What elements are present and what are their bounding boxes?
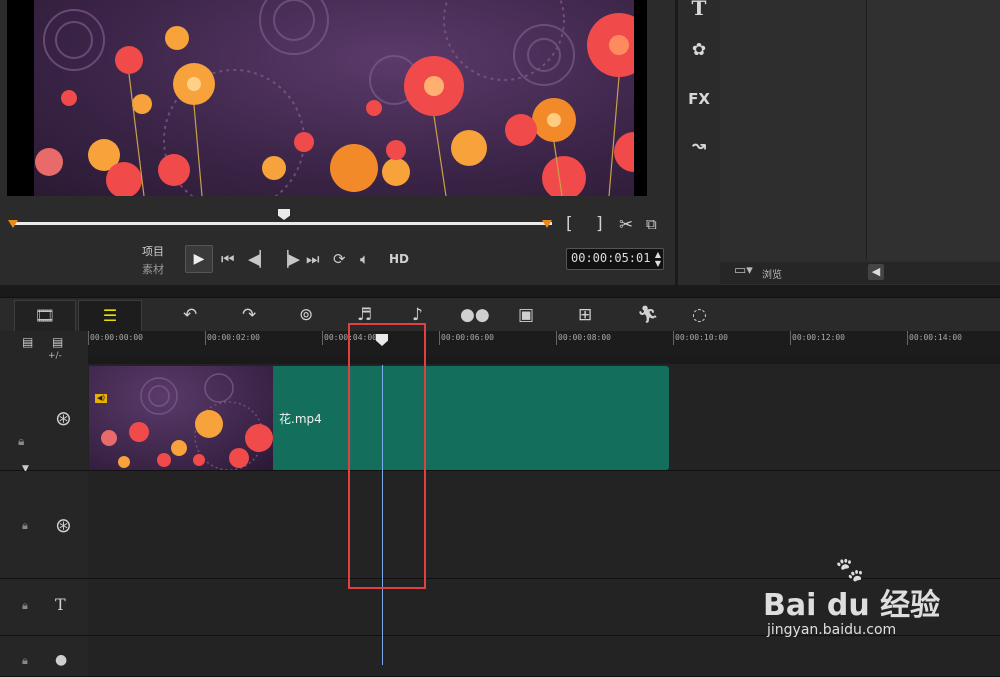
clip-thumbnail-art xyxy=(101,373,273,470)
clip-audio-icon: ◀) xyxy=(95,394,107,403)
ruler-tick: 00:00:08:00 xyxy=(558,333,611,342)
ruler-tick: 00:00:06:00 xyxy=(441,333,494,342)
track-lock-icon[interactable]: 🔒︎ xyxy=(18,434,24,449)
auto-music-icon[interactable]: ♪ xyxy=(412,305,423,325)
baidu-jingyan-watermark: 🐾︎ Bai du 经验 jingyan.baidu.com xyxy=(763,556,993,660)
multi-camera-icon[interactable]: ⊞ xyxy=(578,305,592,325)
play-button[interactable]: ▶ xyxy=(185,245,213,273)
overlay-track-icon[interactable]: ⊛ xyxy=(55,513,72,537)
timecode-field[interactable]: 00:00:05:01 ▲ ▼ xyxy=(566,248,664,270)
voice-track-header: 🔒︎ ● xyxy=(0,636,88,677)
sound-mixer-icon[interactable]: ♬ xyxy=(357,305,372,325)
home-icon[interactable]: ⏮ xyxy=(221,250,235,268)
title-track-header: 🔒︎ T xyxy=(0,579,88,636)
undo-icon[interactable]: ↶ xyxy=(183,305,197,325)
end-icon[interactable]: ⏭ xyxy=(306,250,320,268)
time-remapping-icon[interactable]: 🏃︎ xyxy=(637,305,659,325)
annotation-highlight xyxy=(348,323,426,589)
next-frame-icon[interactable]: ▕▶ xyxy=(277,250,300,268)
timeline-toolbar: 🎞︎ ☰ ↶ ↷ ⊚ ♬ ♪ ●● ▣ ⊞ 🏃︎ ◌ xyxy=(0,297,1000,332)
mark-in-marker[interactable] xyxy=(8,220,18,228)
watermark-url: jingyan.baidu.com xyxy=(767,622,897,638)
text-icon[interactable]: T xyxy=(686,0,712,20)
voice-track-icon[interactable]: ● xyxy=(55,652,67,668)
preview-video xyxy=(34,0,634,196)
play-mode-selector[interactable]: 项目 素材 xyxy=(142,243,164,279)
storyboard-view-button[interactable]: 🎞︎ xyxy=(14,300,76,332)
path-icon[interactable]: ↝ xyxy=(686,136,712,156)
repeat-icon[interactable]: ⟳ xyxy=(333,250,346,268)
ruler-tick: 00:00:10:00 xyxy=(675,333,728,342)
motion-tracking-icon[interactable]: ●● xyxy=(460,305,490,325)
video-track-header: 🔒︎ ▼ ⊛ xyxy=(0,364,88,474)
mode-clip[interactable]: 素材 xyxy=(142,261,164,279)
track-lock-icon[interactable]: 🔒︎ xyxy=(22,654,28,668)
ruler-tick: 00:00:00:00 xyxy=(90,333,143,342)
show-all-tracks-icon[interactable]: ▤ xyxy=(22,335,33,349)
ruler-tick: 00:00:14:00 xyxy=(909,333,962,342)
ruler-tick: 00:00:02:00 xyxy=(207,333,260,342)
scrub-handle[interactable] xyxy=(278,209,290,220)
title-track-icon[interactable]: T xyxy=(55,595,66,614)
collapse-panel-button[interactable]: ◀ xyxy=(868,264,884,280)
preview-frame xyxy=(7,0,647,196)
timecode-value[interactable]: 00:00:05:01 xyxy=(571,251,650,265)
library-panel: ▭▾ 浏览 ◀ xyxy=(720,0,1000,285)
previous-frame-icon[interactable]: ◀▏ xyxy=(248,250,271,268)
track-manager-icon[interactable]: ▤ xyxy=(52,335,63,349)
enlarge-preview-icon[interactable]: ⧉ xyxy=(646,215,657,233)
timeline-view-button[interactable]: ☰ xyxy=(78,300,142,332)
split-clip-icon[interactable]: ✂ xyxy=(619,215,633,235)
volume-icon[interactable]: 🔈︎ xyxy=(360,250,369,268)
watermark-brand: Bai du 经验 xyxy=(763,588,941,623)
mark-out-marker[interactable] xyxy=(542,220,552,228)
library-options xyxy=(867,0,1000,260)
library-tool-column: T ✿ FX ↝ xyxy=(678,0,720,285)
ruler-tick: 00:00:12:00 xyxy=(792,333,845,342)
transition-icon[interactable]: ✿ xyxy=(686,40,712,60)
track-lock-icon[interactable]: 🔒︎ xyxy=(22,599,28,613)
scrub-bar[interactable] xyxy=(8,209,552,228)
library-footer: ▭▾ 浏览 ◀ xyxy=(720,262,1000,284)
hd-preview-toggle[interactable]: HD xyxy=(389,252,409,266)
subtitle-editor-icon[interactable]: ▣ xyxy=(518,305,534,325)
mode-project[interactable]: 项目 xyxy=(142,243,164,261)
scrub-track[interactable] xyxy=(12,222,552,225)
mark-in-button[interactable]: [ xyxy=(566,214,573,234)
preview-panel: [ ] ✂ ⧉ 项目 素材 ▶ ⏮ ◀▏ ▕▶ ⏭ ⟳ 🔈︎ HD 00:00:… xyxy=(0,0,675,285)
track-lock-icon[interactable]: 🔒︎ xyxy=(22,519,28,533)
clip-thumbnail: ◀) xyxy=(89,366,273,470)
mask-creator-icon[interactable]: ◌ xyxy=(692,305,707,325)
record-capture-icon[interactable]: ⊚ xyxy=(299,305,313,325)
overlay-track-header: 🔒︎ ⊛ xyxy=(0,471,88,579)
video-track-icon[interactable]: ⊛ xyxy=(55,406,72,430)
clip-name: 花.mp4 xyxy=(279,412,322,426)
timecode-spinner[interactable]: ▲ ▼ xyxy=(655,250,661,268)
mark-out-button[interactable]: ] xyxy=(596,214,603,234)
library-content[interactable] xyxy=(720,0,867,260)
redo-icon[interactable]: ↷ xyxy=(242,305,256,325)
flower-artwork xyxy=(35,0,634,196)
browse-button[interactable]: 浏览 xyxy=(762,266,782,281)
timeline-ruler[interactable]: 00:00:00:00 00:00:02:00 00:00:04:00 00:0… xyxy=(88,331,1000,356)
browse-icon[interactable]: ▭▾ xyxy=(734,263,753,278)
fx-filter-icon[interactable]: FX xyxy=(686,90,712,108)
